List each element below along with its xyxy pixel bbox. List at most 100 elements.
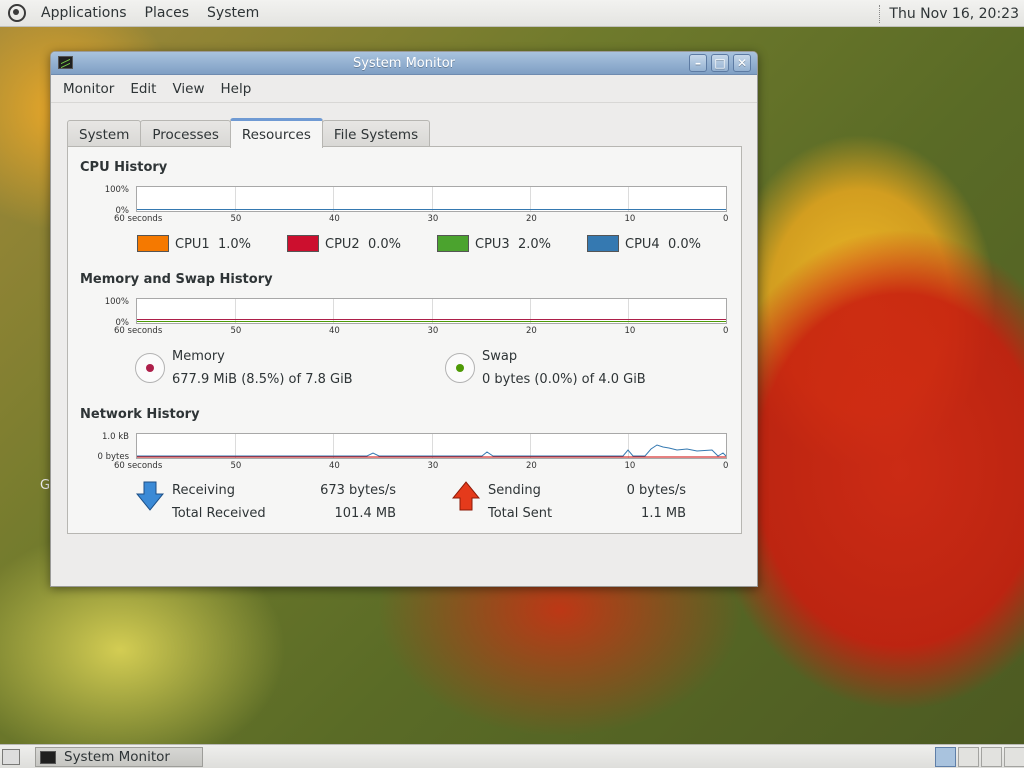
swap-pie-dot bbox=[456, 364, 464, 372]
network-y-max: 1.0 kB bbox=[102, 432, 129, 442]
x-axis-label: 60 seconds bbox=[114, 461, 163, 471]
grid-line bbox=[529, 187, 531, 211]
sending-value: 0 bytes/s bbox=[626, 483, 686, 498]
x-axis-label: 40 bbox=[329, 214, 340, 224]
x-axis-label: 30 bbox=[427, 214, 439, 224]
x-axis-label: 10 bbox=[624, 461, 636, 471]
total-sent-value: 1.1 MB bbox=[641, 506, 686, 521]
tab-processes[interactable]: Processes bbox=[140, 120, 231, 148]
receiving-value: 673 bytes/s bbox=[320, 483, 396, 498]
workspace-1[interactable] bbox=[935, 747, 956, 767]
memory-label: Memory bbox=[172, 349, 225, 364]
x-axis-label: 40 bbox=[329, 326, 340, 336]
system-monitor-icon bbox=[40, 750, 56, 764]
tab-bar: System Processes Resources File Systems bbox=[67, 118, 431, 148]
x-axis-label: 50 bbox=[230, 461, 242, 471]
x-axis-label: 20 bbox=[526, 326, 537, 336]
x-axis-label: 20 bbox=[526, 214, 537, 224]
system-monitor-icon[interactable] bbox=[58, 56, 73, 69]
grid-line bbox=[627, 187, 629, 211]
cpu3-label: CPU3 2.0% bbox=[475, 237, 551, 252]
memory-y-max: 100% bbox=[104, 297, 129, 307]
cpu1-label: CPU1 1.0% bbox=[175, 237, 251, 252]
menu-view[interactable]: View bbox=[164, 81, 212, 97]
swap-label: Swap bbox=[482, 349, 518, 364]
tab-resources[interactable]: Resources bbox=[229, 118, 323, 148]
cpu2-label: CPU2 0.0% bbox=[325, 237, 401, 252]
receiving-line bbox=[137, 444, 726, 457]
distro-logo-icon[interactable] bbox=[8, 4, 26, 22]
minimize-button[interactable]: – bbox=[689, 54, 707, 72]
cpu4-label: CPU4 0.0% bbox=[625, 237, 701, 252]
memory-pie-icon[interactable] bbox=[135, 353, 165, 383]
x-axis-label: 10 bbox=[624, 214, 636, 224]
x-axis-label: 30 bbox=[427, 326, 439, 336]
panel-separator bbox=[879, 4, 883, 23]
cpu3-color-swatch[interactable] bbox=[437, 235, 469, 252]
workspace-4[interactable] bbox=[1004, 747, 1024, 767]
total-sent-label: Total Sent bbox=[488, 506, 553, 521]
taskbar-system-monitor[interactable]: System Monitor bbox=[35, 747, 203, 767]
cpu4-color-swatch[interactable] bbox=[587, 235, 619, 252]
maximize-button[interactable]: □ bbox=[711, 54, 729, 72]
x-axis-label: 50 bbox=[230, 214, 242, 224]
bottom-panel: System Monitor bbox=[0, 744, 1024, 768]
x-axis-label: 20 bbox=[526, 461, 537, 471]
close-button[interactable]: ✕ bbox=[733, 54, 751, 72]
tab-system[interactable]: System bbox=[67, 120, 142, 148]
sending-label: Sending bbox=[488, 483, 541, 498]
desktop-icon-label: G bbox=[40, 478, 51, 493]
menu-places[interactable]: Places bbox=[136, 5, 199, 21]
x-axis-label: 30 bbox=[427, 461, 439, 471]
x-axis-label: 60 seconds bbox=[114, 214, 163, 224]
cpu1-color-swatch[interactable] bbox=[137, 235, 169, 252]
sending-arrow-icon bbox=[452, 481, 480, 511]
workspace-3[interactable] bbox=[981, 747, 1002, 767]
memory-history-title: Memory and Swap History bbox=[80, 272, 273, 287]
receiving-label: Receiving bbox=[172, 483, 236, 498]
grid-line bbox=[431, 187, 433, 211]
swap-line bbox=[137, 321, 726, 322]
clock[interactable]: Thu Nov 16, 20:23 bbox=[889, 6, 1024, 22]
menu-applications[interactable]: Applications bbox=[32, 5, 136, 21]
cpu2-color-swatch[interactable] bbox=[287, 235, 319, 252]
swap-value: 0 bytes (0.0%) of 4.0 GiB bbox=[482, 372, 646, 387]
network-svg bbox=[137, 444, 726, 458]
network-history-graph bbox=[136, 433, 727, 459]
total-received-value: 101.4 MB bbox=[334, 506, 396, 521]
menu-monitor[interactable]: Monitor bbox=[55, 81, 122, 97]
system-monitor-window: System Monitor – □ ✕ Monitor Edit View H… bbox=[50, 51, 758, 587]
cpu-line bbox=[137, 209, 726, 210]
resources-panel: CPU History 100% 0% 60 seconds 50 40 30 20 10… bbox=[67, 146, 742, 534]
x-axis-label: 0 bbox=[723, 461, 729, 471]
memory-value: 677.9 MiB (8.5%) of 7.8 GiB bbox=[172, 372, 353, 387]
x-axis-label: 50 bbox=[230, 326, 242, 336]
swap-pie-icon[interactable] bbox=[445, 353, 475, 383]
x-axis-label: 0 bbox=[723, 326, 729, 336]
memory-history-graph bbox=[136, 298, 727, 324]
top-panel: Applications Places System Thu Nov 16, 2… bbox=[0, 0, 1024, 27]
network-history-title: Network History bbox=[80, 407, 200, 422]
memory-line bbox=[137, 319, 726, 320]
total-received-label: Total Received bbox=[172, 506, 266, 521]
x-axis-label: 10 bbox=[624, 326, 636, 336]
cpu-y-max: 100% bbox=[104, 185, 129, 195]
workspace-2[interactable] bbox=[958, 747, 979, 767]
x-axis-label: 40 bbox=[329, 461, 340, 471]
menu-system[interactable]: System bbox=[198, 5, 268, 21]
tab-file-systems[interactable]: File Systems bbox=[321, 120, 431, 148]
x-axis-label: 60 seconds bbox=[114, 326, 163, 336]
title-bar[interactable]: System Monitor – □ ✕ bbox=[51, 52, 757, 75]
receiving-arrow-icon bbox=[136, 481, 164, 511]
menu-edit[interactable]: Edit bbox=[122, 81, 164, 97]
menubar: Monitor Edit View Help bbox=[51, 75, 757, 103]
grid-line bbox=[235, 187, 237, 211]
grid-line bbox=[333, 187, 335, 211]
menu-help[interactable]: Help bbox=[213, 81, 260, 97]
cpu-history-title: CPU History bbox=[80, 160, 168, 175]
taskbar-item-label: System Monitor bbox=[64, 749, 170, 765]
x-axis-label: 0 bbox=[723, 214, 729, 224]
show-desktop-icon[interactable] bbox=[2, 749, 20, 765]
cpu-history-graph bbox=[136, 186, 727, 212]
window-title: System Monitor bbox=[352, 55, 456, 71]
